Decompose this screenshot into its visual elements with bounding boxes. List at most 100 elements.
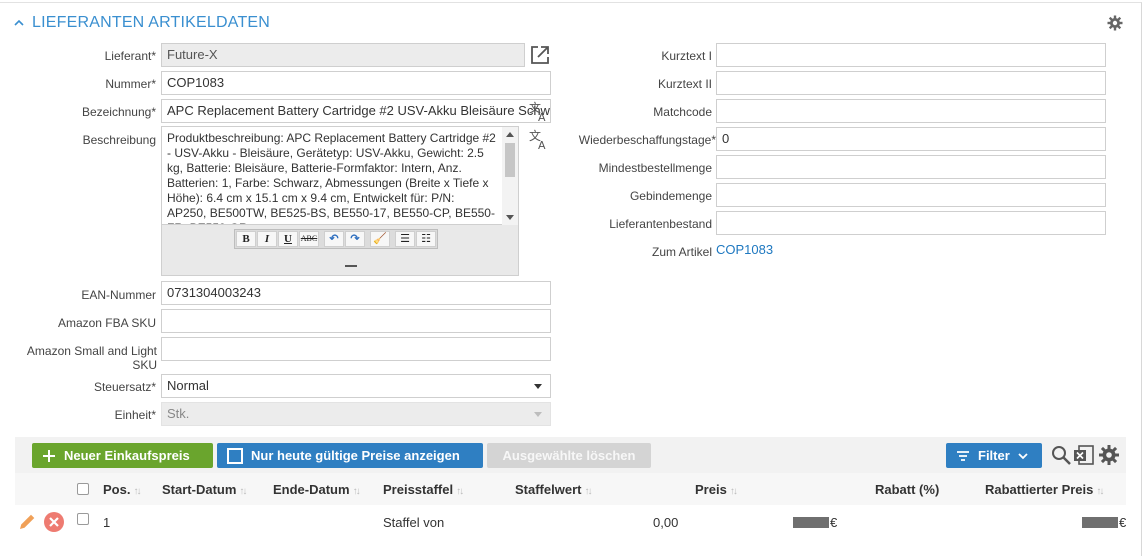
nummer-field[interactable]: COP1083 [161,71,551,95]
sort-icon: ↑↓ [352,486,361,497]
lieferant-field[interactable]: Future-X [161,43,525,67]
steuersatz-select[interactable]: Normal [161,374,551,398]
svg-text:A: A [538,111,546,122]
delete-selected-button[interactable]: Ausgewählte löschen [487,443,651,468]
einheit-label: Einheit* [114,408,156,422]
description-editor[interactable]: Produktbeschreibung: APC Replacement Bat… [161,126,519,276]
cell-rabattierter-preis: € [1082,515,1126,530]
cell-preis: € [793,515,837,530]
new-price-button[interactable]: Neuer Einkaufspreis [32,443,213,468]
today-only-label: Nur heute gültige Preise anzeigen [251,448,460,463]
sort-icon: ↑↓ [239,486,247,497]
excel-export-icon[interactable] [1073,444,1095,466]
resize-handle[interactable] [345,265,357,267]
translate-icon[interactable]: 文 A [528,100,550,122]
dropdown-arrow-icon [534,412,542,417]
scroll-down-icon[interactable] [506,215,514,220]
amazon-fba-label: Amazon FBA SKU [57,316,156,330]
amazon-small-label: Amazon Small and Light SKU [26,344,157,372]
numbered-list-icon[interactable]: ☷ [416,231,436,247]
svg-text:A: A [538,139,546,150]
cell-preisstaffel: Staffel von [383,515,445,530]
today-only-toggle[interactable]: Nur heute gültige Preise anzeigen [217,443,483,468]
column-header-rabatt[interactable]: Rabatt (%) [875,482,939,497]
plus-icon [43,449,55,462]
filter-button[interactable]: Filter [946,443,1042,468]
section-header[interactable]: LIEFERANTEN ARTIKELDATEN [14,12,270,34]
italic-icon[interactable]: I [257,231,277,247]
column-header-ende-datum[interactable]: Ende-Datum ↑↓ [273,482,361,497]
undo-icon[interactable]: ↶ [324,231,344,247]
description-textarea[interactable]: Produktbeschreibung: APC Replacement Bat… [162,127,518,225]
open-external-icon[interactable] [529,44,551,66]
mindestbestellmenge-field[interactable] [716,155,1106,179]
zum-artikel-label: Zum Artikel [651,245,712,259]
cell-staffelwert: 0,00 [653,515,679,530]
table-header: Pos. ↑↓ Start-Datum ↑↓ Ende-Datum ↑↓ Preiss… [15,473,1126,505]
lieferantenbestand-field[interactable] [716,211,1106,235]
scroll-up-icon[interactable] [506,132,514,137]
steuersatz-label: Steuersatz* [93,380,156,394]
kurztext1-field[interactable] [716,43,1106,67]
editor-toolbar: B I U ABC ↶ ↷ 🧹 ☰ ☷ [234,229,438,249]
ean-field[interactable]: 0731304003243 [161,281,551,305]
bold-icon[interactable]: B [236,231,256,247]
column-header-staffelwert[interactable]: Staffelwert ↑↓ [515,482,592,497]
new-price-label: Neuer Einkaufspreis [64,448,190,463]
sort-icon: ↑↓ [729,486,738,497]
column-header-pos[interactable]: Pos. ↑↓ [103,482,141,497]
gear-icon[interactable] [1098,444,1120,466]
amazon-fba-field[interactable] [161,309,551,333]
filter-icon [957,450,969,461]
amazon-small-field[interactable] [161,337,551,361]
dropdown-arrow-icon[interactable] [534,384,542,389]
price-toolbar: Neuer Einkaufspreis Nur heute gültige Pr… [15,437,1126,473]
wbz-label: Wiederbeschaffungstage* [578,133,716,147]
clear-format-icon[interactable]: 🧹 [370,231,390,247]
translate-icon[interactable]: 文 A [528,128,550,150]
description-scrollbar[interactable] [502,127,518,225]
search-icon[interactable] [1050,444,1072,466]
select-all-checkbox[interactable] [77,483,89,495]
table-row[interactable]: 1 Staffel von 0,00 € € [15,506,1126,538]
zum-artikel-link[interactable]: COP1083 [716,242,773,257]
bezeichnung-field[interactable]: APC Replacement Battery Cartridge #2 USV… [161,99,551,123]
redacted-value [793,517,829,528]
matchcode-field[interactable] [716,99,1106,123]
kurztext2-label: Kurztext II [657,77,712,91]
chevron-up-icon[interactable] [14,18,24,28]
wbz-field[interactable]: 0 [716,127,1106,151]
cell-pos: 1 [103,515,111,530]
nummer-label: Nummer* [105,77,156,91]
gebindemenge-field[interactable] [716,183,1106,207]
matchcode-label: Matchcode [653,105,712,119]
section-title: LIEFERANTEN ARTIKELDATEN [32,14,271,31]
strikethrough-icon[interactable]: ABC [299,231,319,247]
gear-icon[interactable] [1107,15,1123,31]
filter-label: Filter [978,448,1010,463]
einheit-value: Stk. [167,406,190,421]
delete-selected-label: Ausgewählte löschen [502,448,636,463]
einheit-select: Stk. [161,402,551,426]
ean-label: EAN-Nummer [81,288,156,302]
column-header-preisstaffel[interactable]: Preisstaffel ↑↓ [383,482,464,497]
underline-icon[interactable]: U [278,231,298,247]
sort-icon: ↑↓ [456,486,464,497]
bullet-list-icon[interactable]: ☰ [395,231,415,247]
sort-icon: ↑↓ [1096,486,1104,497]
row-checkbox[interactable] [77,513,89,525]
edit-icon[interactable] [17,512,37,532]
kurztext1-label: Kurztext I [661,49,712,63]
checkbox-icon [227,447,243,464]
sort-icon: ↑↓ [584,486,592,497]
mindestbestellmenge-label: Mindestbestellmenge [598,161,712,175]
remove-icon[interactable] [43,511,65,533]
kurztext2-field[interactable] [716,71,1106,95]
redo-icon[interactable]: ↷ [345,231,365,247]
column-header-start-datum[interactable]: Start-Datum ↑↓ [162,482,247,497]
gebindemenge-label: Gebindemenge [629,189,712,203]
lieferantenbestand-label: Lieferantenbestand [609,217,712,231]
column-header-rabattierter-preis[interactable]: Rabattierter Preis ↑↓ [985,482,1104,497]
scroll-thumb[interactable] [505,143,515,177]
column-header-preis[interactable]: Preis ↑↓ [695,482,738,497]
